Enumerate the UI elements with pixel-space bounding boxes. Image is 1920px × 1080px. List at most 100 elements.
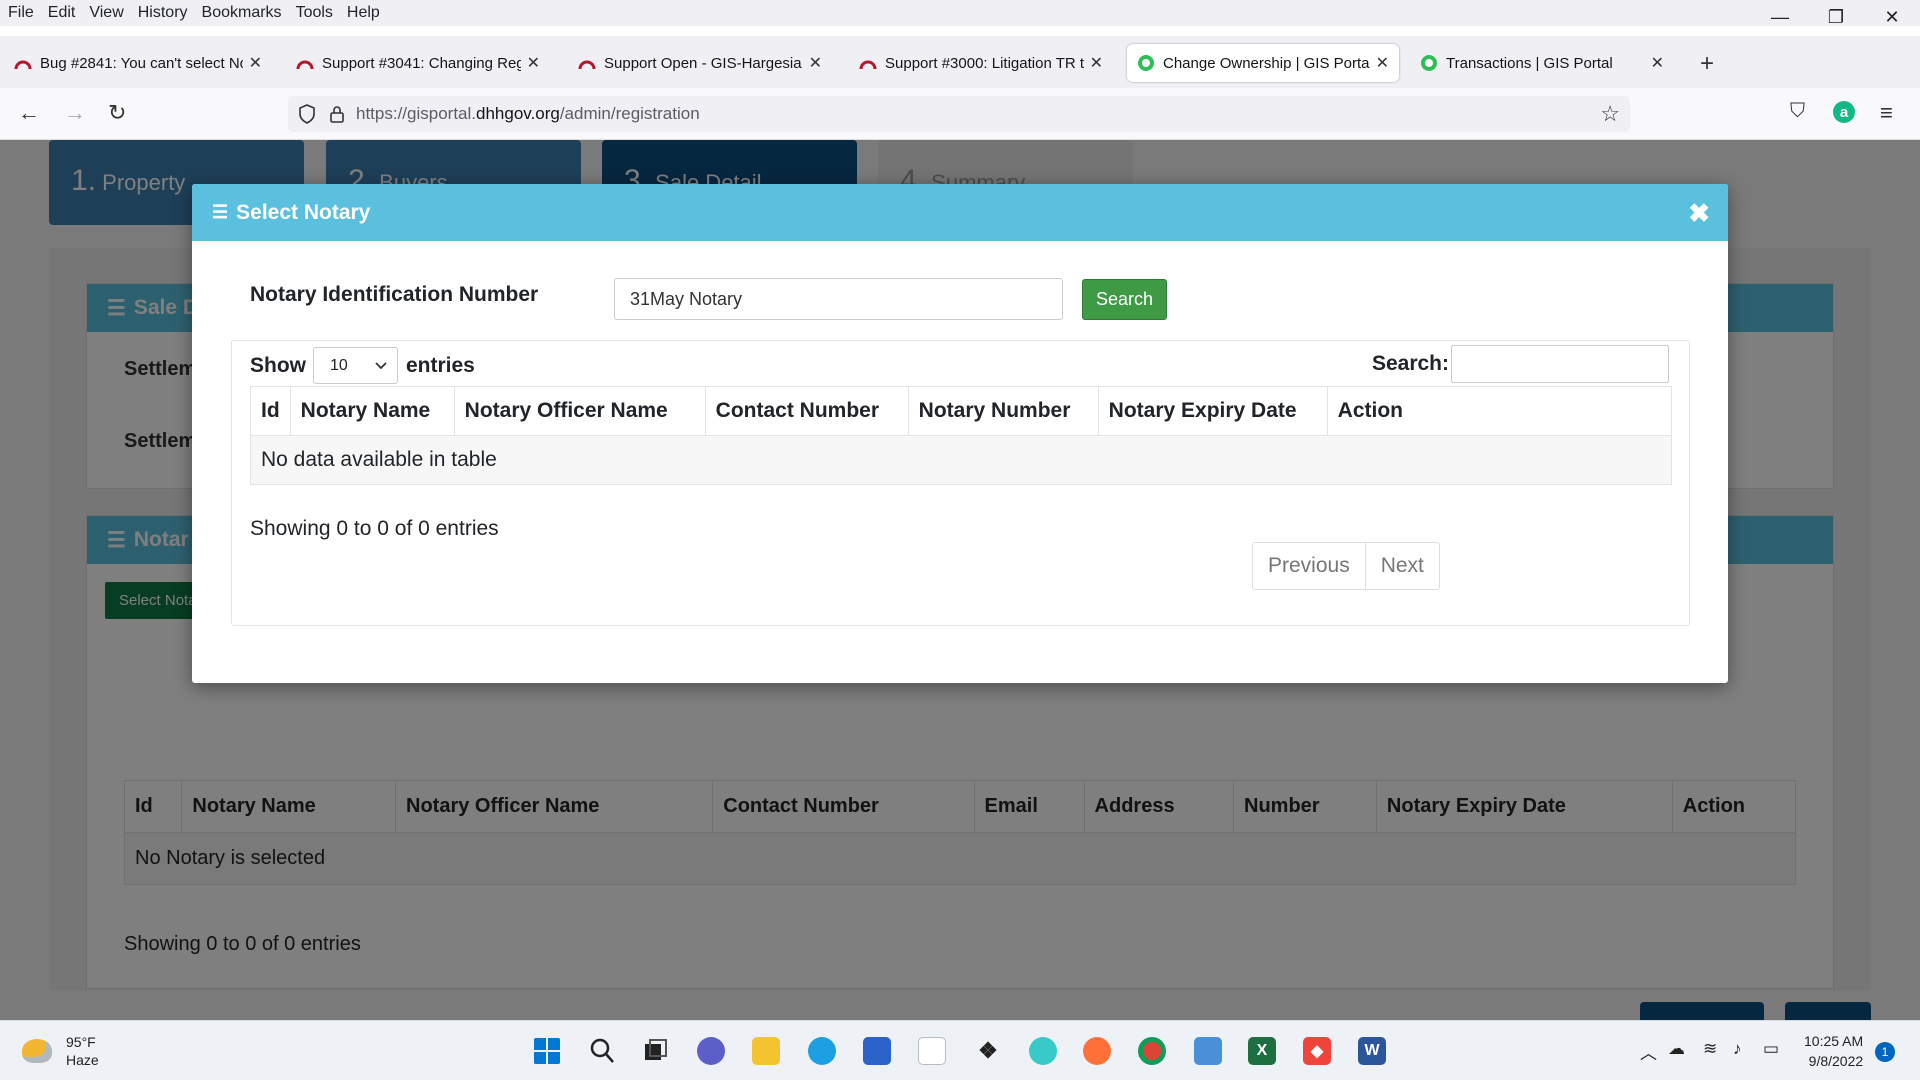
- page-size-control: Show 10 entries: [250, 347, 475, 384]
- chat-icon[interactable]: [697, 1037, 725, 1065]
- weather-description: Haze: [66, 1052, 99, 1068]
- search-button[interactable]: Search: [1082, 279, 1167, 320]
- store-icon[interactable]: [863, 1037, 891, 1065]
- account-avatar[interactable]: a: [1833, 101, 1855, 123]
- previous-page-button[interactable]: Previous: [1253, 543, 1365, 589]
- tab-close-icon[interactable]: ✕: [809, 53, 822, 73]
- pocket-icon[interactable]: ⛉: [1790, 100, 1805, 123]
- restore-button[interactable]: ❐: [1808, 0, 1864, 34]
- shield-icon[interactable]: [298, 104, 316, 124]
- column-header[interactable]: Action: [1326, 386, 1673, 436]
- tab-close-icon[interactable]: ✕: [527, 53, 540, 73]
- tab-close-icon[interactable]: ✕: [1090, 53, 1103, 73]
- column-header[interactable]: Id: [250, 386, 291, 436]
- browser-tab[interactable]: Transactions | GIS Portal ✕: [1410, 44, 1674, 82]
- page-size-select[interactable]: 10: [313, 347, 398, 384]
- pagination: Previous Next: [1252, 542, 1440, 590]
- dropbox-icon[interactable]: ❖: [974, 1037, 1002, 1065]
- notary-id-label: Notary Identification Number: [250, 283, 539, 306]
- list-icon: ☰: [212, 202, 229, 222]
- table-search: Search:: [1372, 345, 1669, 383]
- new-tab-button[interactable]: +: [1700, 50, 1714, 78]
- notary-results-table: Id Notary Name Notary Officer Name Conta…: [250, 386, 1673, 485]
- navigation-bar: ← → ↻ https://gisportal. dhhgov.org/admin…: [0, 88, 1920, 140]
- notepad-icon[interactable]: [1194, 1037, 1222, 1065]
- menu-tools[interactable]: Tools: [290, 4, 339, 22]
- browser-tab[interactable]: Support #3041: Changing Regis ✕: [286, 44, 550, 82]
- browser-tab[interactable]: Support Open - GIS-Hargesia - ✕: [568, 44, 832, 82]
- excel-icon[interactable]: X: [1248, 1037, 1276, 1065]
- table-search-label: Search:: [1371, 352, 1449, 375]
- weather-widget[interactable]: 95°F Haze: [22, 1033, 99, 1069]
- next-page-button[interactable]: Next: [1364, 543, 1439, 589]
- onedrive-icon[interactable]: ☁: [1668, 1039, 1685, 1059]
- wifi-icon[interactable]: ≋: [1703, 1039, 1717, 1059]
- minimize-button[interactable]: —: [1752, 0, 1808, 34]
- amazon-icon[interactable]: [918, 1037, 946, 1065]
- battery-icon[interactable]: ▭: [1763, 1039, 1779, 1059]
- close-icon[interactable]: ✖: [1688, 198, 1710, 229]
- anydesk-icon[interactable]: ◆: [1303, 1037, 1331, 1065]
- gis-portal-icon: [1138, 55, 1154, 71]
- bookmark-star-icon[interactable]: ☆: [1600, 101, 1620, 127]
- tab-title: Support #3000: Litigation TR to: [885, 54, 1084, 72]
- tab-close-icon[interactable]: ✕: [1376, 53, 1389, 73]
- lock-icon[interactable]: [330, 105, 344, 123]
- file-explorer-icon[interactable]: [752, 1037, 780, 1065]
- chevron-down-icon: [375, 361, 387, 369]
- back-button[interactable]: ←: [18, 100, 40, 126]
- url-domain: dhhgov.org: [476, 104, 560, 123]
- menu-file[interactable]: File: [2, 4, 40, 22]
- word-icon[interactable]: W: [1358, 1037, 1386, 1065]
- chevron-up-icon[interactable]: ︿: [1640, 1039, 1657, 1064]
- search-icon[interactable]: [588, 1037, 616, 1065]
- menu-bar: File Edit View History Bookmarks Tools H…: [0, 0, 1920, 26]
- clock-date: 9/8/2022: [1808, 1053, 1864, 1069]
- firefox-icon[interactable]: [1083, 1037, 1111, 1065]
- url-bar[interactable]: https://gisportal. dhhgov.org/admin/regis…: [288, 96, 1630, 132]
- messenger-icon[interactable]: [1029, 1037, 1057, 1065]
- column-header[interactable]: Contact Number: [704, 386, 909, 436]
- menu-view[interactable]: View: [83, 4, 129, 22]
- forward-button[interactable]: →: [64, 100, 86, 126]
- table-search-input[interactable]: [1451, 345, 1669, 383]
- task-view-icon[interactable]: [642, 1037, 670, 1065]
- column-header[interactable]: Notary Number: [907, 386, 1099, 436]
- volume-icon[interactable]: ♪: [1733, 1039, 1742, 1059]
- column-header[interactable]: Notary Name: [289, 386, 455, 436]
- menu-edit[interactable]: Edit: [42, 4, 82, 22]
- notary-id-input[interactable]: [614, 278, 1063, 320]
- weather-haze-icon: [22, 1039, 52, 1063]
- taskbar: 95°F Haze ❖ X ◆ W ︿ ☁ ≋ ♪ ▭ 10:25 AM 9/8…: [0, 1020, 1920, 1080]
- entries-info: Showing 0 to 0 of 0 entries: [250, 517, 499, 540]
- menu-history[interactable]: History: [132, 4, 194, 22]
- app-menu-icon[interactable]: ≡: [1880, 100, 1893, 126]
- system-clock[interactable]: 10:25 AM 9/8/2022: [1804, 1031, 1863, 1071]
- tab-close-icon[interactable]: ✕: [1651, 53, 1664, 73]
- chrome-icon[interactable]: [1138, 1037, 1166, 1065]
- modal-title: Select Notary: [236, 200, 371, 224]
- modal-header: ☰ Select Notary: [192, 184, 1728, 241]
- redmine-icon: [14, 60, 32, 70]
- notification-badge[interactable]: 1: [1875, 1042, 1895, 1062]
- menu-bookmarks[interactable]: Bookmarks: [196, 4, 288, 22]
- select-notary-modal: ☰ Select Notary ✖ Notary Identification …: [192, 184, 1728, 683]
- edge-icon[interactable]: [808, 1037, 836, 1065]
- browser-tab-active[interactable]: Change Ownership | GIS Portal ✕: [1127, 44, 1399, 82]
- redmine-icon: [578, 60, 596, 70]
- reload-button[interactable]: ↻: [108, 100, 126, 126]
- empty-table-message: No data available in table: [250, 435, 1672, 485]
- browser-tab[interactable]: Support #3000: Litigation TR to ✕: [849, 44, 1113, 82]
- tab-title: Support #3041: Changing Regis: [322, 54, 521, 72]
- gis-portal-icon: [1421, 55, 1437, 71]
- column-header[interactable]: Notary Officer Name: [453, 386, 706, 436]
- redmine-icon: [296, 60, 314, 70]
- browser-tab[interactable]: Bug #2841: You can't select Not ✕: [4, 44, 272, 82]
- tab-close-icon[interactable]: ✕: [249, 53, 262, 73]
- windows-start-icon[interactable]: [533, 1037, 561, 1065]
- column-header[interactable]: Notary Expiry Date: [1097, 386, 1328, 436]
- redmine-icon: [859, 60, 877, 70]
- close-window-button[interactable]: ✕: [1864, 0, 1920, 34]
- menu-help[interactable]: Help: [341, 4, 386, 22]
- notary-results-table-wrapper: Show 10 entries Search: Id Notary Name N…: [231, 340, 1690, 626]
